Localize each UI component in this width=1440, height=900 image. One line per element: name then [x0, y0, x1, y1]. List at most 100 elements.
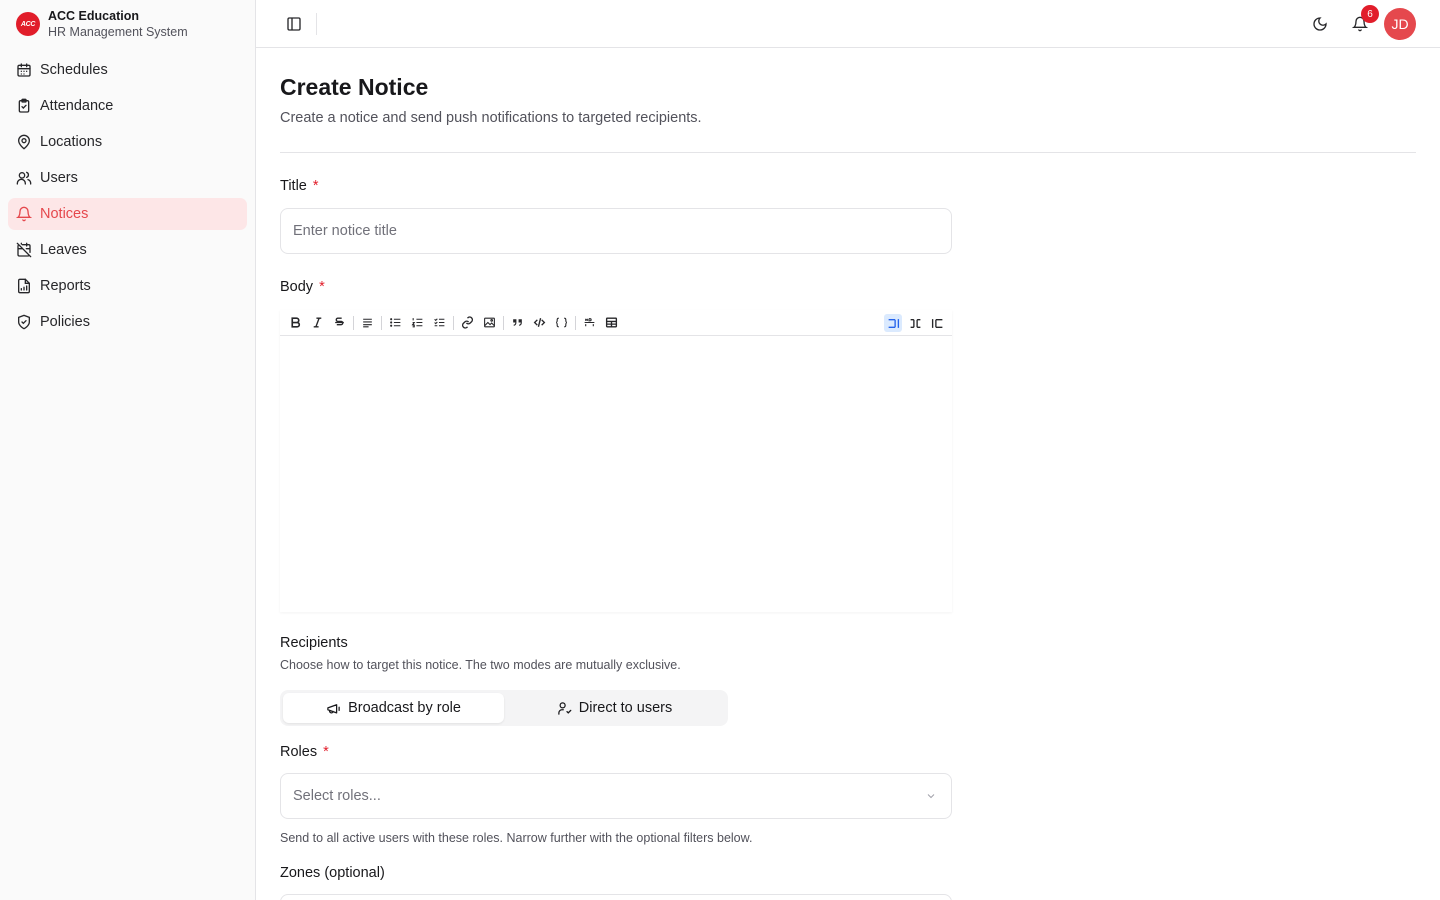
notification-count-badge: 6	[1361, 5, 1379, 23]
brand-subtitle: HR Management System	[48, 25, 188, 39]
ordered-list-button[interactable]	[408, 314, 426, 332]
clipboard-check-icon	[18, 98, 30, 113]
preview-mode-button[interactable]	[928, 314, 946, 332]
code-block-button[interactable]	[552, 314, 570, 332]
toolbar-separator	[353, 315, 354, 330]
recipients-description: Choose how to target this notice. The tw…	[280, 658, 681, 672]
moon-icon	[1313, 17, 1327, 31]
editor-toolbar	[280, 310, 952, 336]
zones-select[interactable]	[280, 894, 952, 900]
toolbar-separator	[503, 315, 504, 330]
sidebar: ACC ACC Education HR Management System S…	[0, 0, 256, 900]
topbar: 6 JD	[256, 0, 1440, 48]
brand-name: ACC Education	[48, 9, 139, 23]
sidebar-toggle-button[interactable]	[282, 12, 306, 36]
file-chart-icon	[18, 278, 30, 294]
split-mode-button[interactable]	[906, 314, 924, 332]
sidebar-item-label: Users	[40, 170, 78, 186]
required-mark: *	[323, 744, 329, 760]
table-icon	[605, 317, 617, 328]
roles-select[interactable]: Select roles...	[280, 773, 952, 819]
quote-button[interactable]	[508, 314, 526, 332]
user-avatar[interactable]: JD	[1384, 8, 1416, 40]
sidebar-item-label: Locations	[40, 134, 103, 150]
title-input[interactable]	[280, 208, 952, 254]
sidebar-item-label: Schedules	[40, 62, 108, 78]
table-button[interactable]	[602, 314, 620, 332]
sidebar-item-label: Attendance	[40, 98, 114, 114]
sidebar-item-label: Leaves	[40, 242, 87, 258]
page-description: Create a notice and send push notificati…	[280, 110, 702, 126]
toolbar-separator	[453, 315, 454, 330]
editor-mode-group	[884, 314, 950, 332]
recipient-mode-toggle: Broadcast by role Direct to users	[280, 690, 728, 726]
italic-button[interactable]	[308, 314, 326, 332]
toolbar-separator	[575, 315, 576, 330]
preview-pane-icon	[931, 318, 942, 328]
bold-button[interactable]	[286, 314, 304, 332]
horizontal-rule-button[interactable]	[580, 314, 598, 332]
sidebar-item-label: Policies	[40, 314, 90, 330]
link-icon	[461, 316, 473, 329]
roles-hint: Send to all active users with these role…	[280, 831, 753, 845]
panel-left-icon	[287, 17, 301, 31]
required-mark: *	[319, 279, 325, 295]
strikethrough-button[interactable]	[330, 314, 348, 332]
bullet-list-icon	[389, 318, 400, 327]
map-pin-icon	[17, 134, 31, 150]
sidebar-item-schedules[interactable]: Schedules	[8, 54, 247, 86]
edit-pane-icon	[888, 318, 899, 328]
divider	[280, 152, 1416, 153]
calendar-icon	[17, 63, 31, 77]
page-title: Create Notice	[280, 74, 429, 100]
sidebar-item-label: Notices	[40, 206, 89, 222]
sidebar-item-attendance[interactable]: Attendance	[8, 90, 247, 122]
task-list-button[interactable]	[430, 314, 448, 332]
body-label: Body *	[280, 279, 325, 295]
megaphone-icon	[327, 703, 340, 713]
users-icon	[16, 171, 32, 185]
heading-icon	[362, 318, 372, 328]
sidebar-item-reports[interactable]: Reports	[8, 270, 247, 302]
broadcast-by-role-tab[interactable]: Broadcast by role	[283, 693, 504, 723]
brand: ACC ACC Education HR Management System	[0, 0, 255, 48]
horizontal-rule-icon	[584, 318, 594, 327]
italic-icon	[313, 317, 321, 328]
task-list-icon	[433, 318, 444, 327]
sidebar-item-locations[interactable]: Locations	[8, 126, 247, 158]
sidebar-item-notices[interactable]: Notices	[8, 198, 247, 230]
code-button[interactable]	[530, 314, 548, 332]
roles-label: Roles *	[280, 744, 329, 760]
sidebar-item-leaves[interactable]: Leaves	[8, 234, 247, 266]
theme-toggle-button[interactable]	[1308, 12, 1332, 36]
recipients-title: Recipients	[280, 635, 348, 651]
edit-mode-button[interactable]	[884, 314, 902, 332]
body-editor[interactable]	[280, 310, 952, 612]
quote-icon	[512, 319, 522, 326]
heading-button[interactable]	[358, 314, 376, 332]
topbar-divider	[316, 13, 317, 35]
bullet-list-button[interactable]	[386, 314, 404, 332]
user-check-icon	[558, 701, 572, 715]
image-button[interactable]	[480, 314, 498, 332]
image-icon	[483, 317, 495, 328]
sidebar-item-policies[interactable]: Policies	[8, 306, 247, 338]
shield-check-icon	[18, 314, 30, 330]
bell-icon	[16, 206, 32, 222]
required-mark: *	[312, 178, 319, 194]
roles-placeholder: Select roles...	[293, 788, 381, 804]
code-icon	[533, 318, 545, 327]
zones-label: Zones (optional)	[280, 865, 385, 881]
code-block-icon	[555, 317, 567, 328]
split-pane-icon	[910, 318, 920, 328]
bold-icon	[290, 317, 300, 328]
link-button[interactable]	[458, 314, 476, 332]
title-label: Title *	[280, 178, 319, 194]
sidebar-item-users[interactable]: Users	[8, 162, 247, 194]
brand-logo: ACC	[16, 12, 40, 36]
toolbar-separator	[381, 315, 382, 330]
calendar-off-icon	[16, 242, 32, 258]
direct-to-users-tab[interactable]: Direct to users	[504, 693, 725, 723]
strikethrough-icon	[334, 317, 344, 326]
chevron-down-icon	[927, 794, 935, 799]
